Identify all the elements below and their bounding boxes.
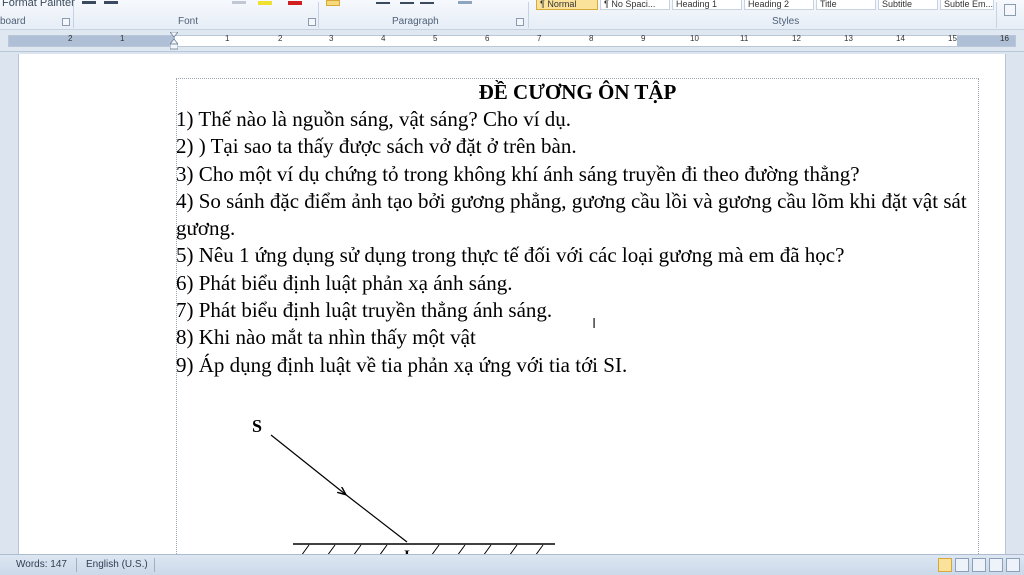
ribbon-separator [318,2,319,28]
question-line: 9) Áp dụng định luật về tia phản xạ ứng … [176,352,628,377]
style-normal[interactable]: ¶ Normal [536,0,598,10]
draft-view-icon[interactable] [1006,558,1020,572]
ruler-number: 6 [485,34,490,43]
paragraph-launcher-icon[interactable] [516,18,524,26]
style-heading-1[interactable]: Heading 1 [672,0,742,10]
word-count[interactable]: Words: 147 [16,559,67,570]
font-group-label: Font [178,16,199,27]
borders-icon[interactable] [458,1,472,4]
ruler-track [8,35,1016,47]
ribbon-separator [996,2,997,28]
text-cursor-icon: I [592,315,597,332]
justify-icon[interactable] [400,2,414,4]
question-line: 1) Thế nào là nguồn sáng, vật sáng? Cho … [176,107,572,131]
clipboard-launcher-icon[interactable] [62,18,70,26]
text-effects-icon[interactable] [232,1,246,4]
style-subtitle[interactable]: Subtitle [878,0,938,10]
web-layout-icon[interactable] [972,558,986,572]
paragraph-group-label: Paragraph [392,16,439,27]
ruler-number: 11 [740,34,749,43]
font-launcher-icon[interactable] [308,18,316,26]
print-layout-view-icon[interactable] [938,558,952,572]
align-left-icon[interactable] [326,0,340,6]
status-divider [154,558,155,572]
ruler-number: 2 [278,34,283,43]
outline-view-icon[interactable] [989,558,1003,572]
ruler-number: 5 [433,34,438,43]
style-no-spacing[interactable]: ¶ No Spaci... [600,0,670,10]
ruler-number: 1 [225,34,230,43]
question-line: 6) Phát biểu định luật phản xạ ánh sáng. [176,270,513,295]
ruler-number: 10 [690,34,699,43]
style-subtle-emphasis[interactable]: Subtle Em... [940,0,994,10]
question-line: 4) So sánh đặc điểm ảnh tạo bởi gương ph… [176,188,967,241]
document-content[interactable]: ĐỀ CƯƠNG ÔN TẬP 1) Thế nào là nguồn sáng… [176,78,979,379]
document-area[interactable]: ĐỀ CƯƠNG ÔN TẬP 1) Thế nào là nguồn sáng… [0,52,1024,568]
align-center-icon[interactable] [376,2,390,4]
style-heading-2[interactable]: Heading 2 [744,0,814,10]
question-line: 3) Cho một ví dụ chứng tỏ trong không kh… [176,161,860,186]
ruler-number: 4 [381,34,386,43]
full-screen-reading-icon[interactable] [955,558,969,572]
ruler-number: 2 [68,34,73,43]
clipboard-group-label: board [0,16,26,27]
status-bar: Words: 147 English (U.S.) [0,554,1024,575]
question-line: 2) ) Tại sao ta thấy được sách vở đặt ở … [176,134,577,159]
ruler-number: 12 [792,34,801,43]
question-line: 7) Phát biểu định luật truyền thẳng ánh … [176,298,553,323]
document-page[interactable]: ĐỀ CƯƠNG ÔN TẬP 1) Thế nào là nguồn sáng… [18,54,1006,568]
horizontal-ruler[interactable]: 2 1 1 2 3 4 5 6 7 8 9 10 11 12 13 14 15 … [0,30,1024,52]
style-title[interactable]: Title [816,0,876,10]
ruler-number: 1 [120,34,125,43]
ruler-number: 14 [896,34,905,43]
question-line: 5) Nêu 1 ứng dụng sử dụng trong thực tế … [176,243,845,268]
highlight-color-icon[interactable] [258,1,272,5]
document-title: ĐỀ CƯƠNG ÔN TẬP [478,80,677,104]
ribbon-separator [528,2,529,28]
font-color-icon[interactable] [288,1,302,5]
ruler-number: 13 [844,34,853,43]
ruler-left-margin [9,36,175,46]
ribbon-separator [73,2,74,28]
status-divider [76,558,77,572]
format-painter-button[interactable]: Format Painter [2,0,75,9]
styles-group-label: Styles [772,16,800,27]
indent-marker-icon[interactable] [170,32,178,50]
question-line: 8) Khi nào mắt ta nhìn thấy một vật [176,325,476,350]
bold-icon[interactable] [82,1,96,4]
line-spacing-icon[interactable] [420,2,434,4]
ribbon: Format Painter board Font Paragraph ¶ No… [0,0,1024,30]
change-styles-icon[interactable] [1004,4,1016,16]
ruler-number: 9 [641,34,646,43]
italic-icon[interactable] [104,1,118,4]
language-indicator[interactable]: English (U.S.) [86,559,148,570]
ruler-number: 3 [329,34,334,43]
ruler-number: 7 [537,34,542,43]
ruler-number: 8 [589,34,594,43]
ruler-number: 16 [1000,34,1009,43]
ruler-number: 15 [948,34,957,43]
